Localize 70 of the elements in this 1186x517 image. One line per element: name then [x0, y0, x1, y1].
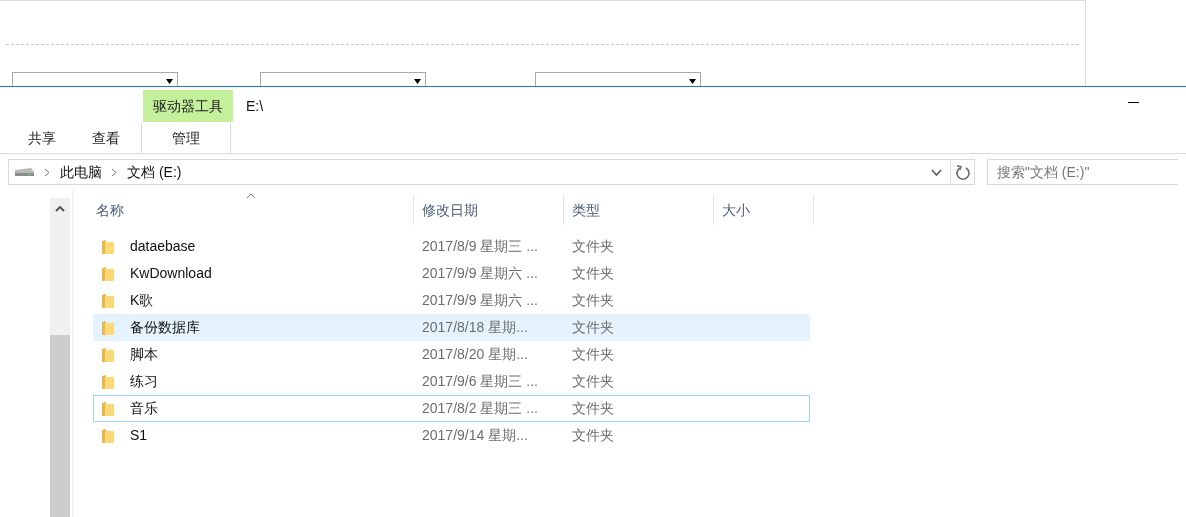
chevron-down-icon: [931, 168, 942, 176]
folder-icon: [101, 319, 115, 336]
folder-icon: [101, 373, 115, 390]
modified-date: 2017/8/18 星期...: [421, 318, 529, 337]
column-header[interactable]: 修改日期: [414, 195, 564, 225]
scrollbar[interactable]: [50, 198, 70, 517]
file-name: S1: [130, 426, 148, 445]
file-type: 文件夹: [571, 399, 615, 418]
modified-date: 2017/9/9 星期六 ...: [421, 264, 539, 283]
modified-date: 2017/8/9 星期三 ...: [421, 237, 539, 256]
ribbon-tab[interactable]: 共享: [10, 123, 74, 153]
refresh-button[interactable]: [951, 159, 976, 185]
context-tab-header: 驱动器工具: [143, 90, 233, 122]
file-name: KwDownload: [130, 264, 212, 283]
file-type: 文件夹: [571, 264, 615, 283]
folder-icon: [101, 292, 115, 309]
chevron-right-icon: [44, 167, 50, 177]
drive-icon: [13, 167, 35, 177]
file-name: K歌: [130, 291, 154, 310]
file-row[interactable]: 练习 2017/9/6 星期三 ... 文件夹: [93, 368, 810, 395]
folder-icon: [101, 427, 115, 444]
column-header[interactable]: 类型: [564, 195, 714, 225]
folder-icon: [101, 400, 115, 417]
chevron-right-icon: [111, 167, 117, 177]
file-name: 练习: [130, 372, 158, 391]
modified-date: 2017/8/20 星期...: [421, 345, 529, 364]
file-row[interactable]: K歌 2017/9/9 星期六 ... 文件夹: [93, 287, 810, 314]
dropdown-field[interactable]: [260, 72, 426, 86]
search-field[interactable]: 搜索"文档 (E:)": [987, 159, 1178, 185]
folder-icon: [101, 346, 115, 363]
ribbon-tab[interactable]: 查看: [74, 123, 138, 153]
file-row[interactable]: 音乐 2017/8/2 星期三 ... 文件夹: [93, 395, 810, 422]
file-row[interactable]: 备份数据库 2017/8/18 星期... 文件夹: [93, 314, 810, 341]
address-bar[interactable]: 此电脑 文档 (E:): [8, 159, 951, 185]
folder-icon: [101, 238, 115, 255]
file-type: 文件夹: [571, 345, 615, 364]
minimize-icon: [1127, 101, 1139, 103]
scrollbar-thumb[interactable]: [50, 335, 70, 517]
dropdown-field[interactable]: [12, 72, 178, 86]
file-row[interactable]: dataebase 2017/8/9 星期三 ... 文件夹: [93, 233, 810, 260]
dropdown-arrow-icon: [689, 79, 696, 84]
folder-icon: [101, 265, 115, 282]
file-type: 文件夹: [571, 318, 615, 337]
file-row[interactable]: S1 2017/9/14 星期... 文件夹: [93, 422, 810, 449]
breadcrumb[interactable]: 文档 (E:): [127, 161, 182, 183]
file-row[interactable]: 脚本 2017/8/20 星期... 文件夹: [93, 341, 810, 368]
breadcrumb[interactable]: 此电脑: [60, 161, 102, 183]
file-name: dataebase: [130, 237, 196, 256]
dropdown-arrow-icon: [166, 79, 173, 84]
file-name: 备份数据库: [130, 318, 200, 337]
file-name: 音乐: [130, 399, 158, 418]
modified-date: 2017/9/6 星期三 ...: [421, 372, 539, 391]
dropdown-field[interactable]: [535, 72, 701, 86]
dropdown-arrow-icon: [414, 79, 421, 84]
file-row[interactable]: KwDownload 2017/9/9 星期六 ... 文件夹: [93, 260, 810, 287]
ribbon-tab[interactable]: 管理: [141, 123, 231, 153]
column-header[interactable]: 大小: [714, 195, 814, 225]
file-type: 文件夹: [571, 426, 615, 445]
caret-up-icon: [55, 206, 65, 212]
modified-date: 2017/8/2 星期三 ...: [421, 399, 539, 418]
file-type: 文件夹: [571, 372, 615, 391]
file-type: 文件夹: [571, 237, 615, 256]
modified-date: 2017/9/9 星期六 ...: [421, 291, 539, 310]
file-name: 脚本: [130, 345, 158, 364]
file-type: 文件夹: [571, 291, 615, 310]
window-title: E:\: [246, 97, 264, 116]
modified-date: 2017/9/14 星期...: [421, 426, 529, 445]
refresh-icon: [955, 164, 970, 180]
sort-caret-icon: [246, 193, 256, 199]
column-header[interactable]: 名称: [93, 195, 414, 225]
